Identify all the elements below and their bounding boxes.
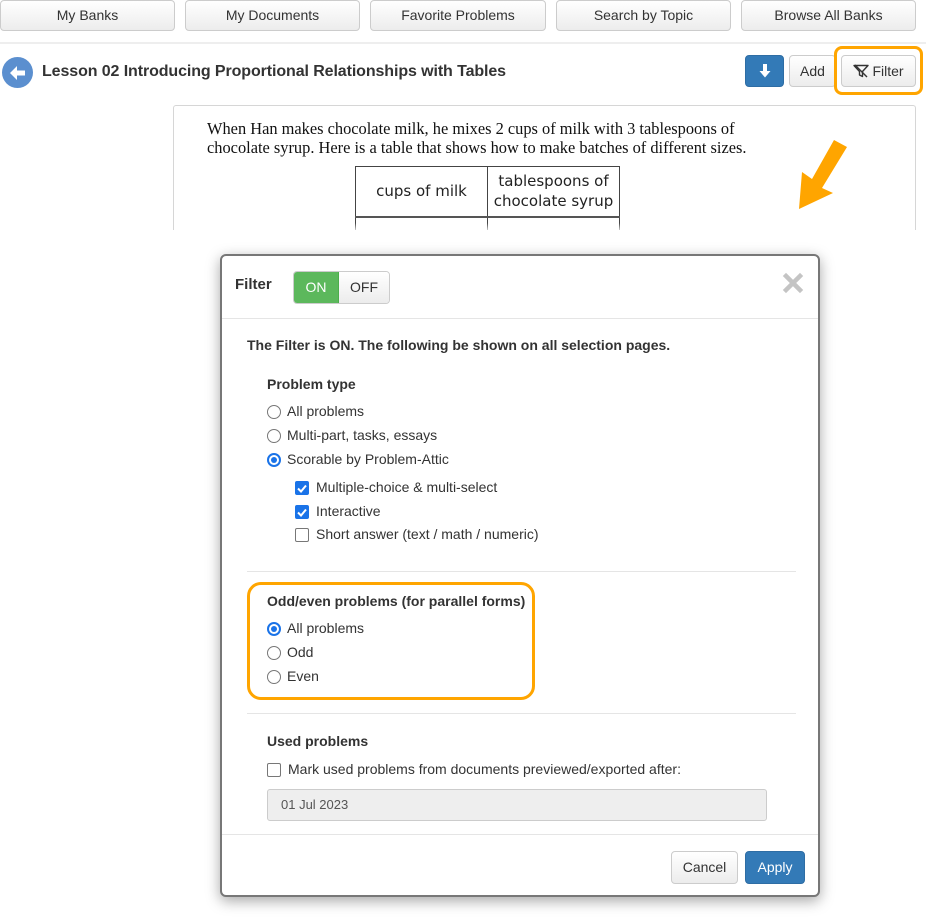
option-label: Multiple-choice & multi-select — [316, 479, 498, 495]
download-button[interactable] — [745, 55, 784, 87]
card-fade — [174, 223, 915, 230]
checkbox-mark-used[interactable]: Mark used problems from documents previe… — [267, 761, 681, 777]
section-divider — [247, 571, 796, 572]
problem-text-line: chocolate syrup. Here is a table that sh… — [207, 138, 747, 157]
add-button[interactable]: Add — [789, 55, 836, 87]
radio-all-problems[interactable]: All problems — [267, 403, 364, 419]
option-label: Odd — [287, 644, 314, 660]
option-label: Scorable by Problem-Attic — [287, 451, 449, 467]
radio-button[interactable] — [267, 429, 281, 443]
checkbox[interactable] — [295, 505, 309, 519]
toggle-off-button[interactable]: OFF — [339, 272, 389, 303]
radio-button[interactable] — [267, 622, 281, 636]
filter-modal: Filter ON OFF The Filter is ON. The foll… — [220, 254, 820, 897]
apply-button[interactable]: Apply — [745, 851, 805, 884]
checkbox[interactable] — [295, 528, 309, 542]
problem-type-heading: Problem type — [267, 376, 356, 392]
problem-text-line: When Han makes chocolate milk, he mixes … — [207, 119, 735, 138]
lesson-title: Lesson 02 Introducing Proportional Relat… — [42, 63, 506, 80]
filter-toggle: ON OFF — [293, 271, 390, 304]
close-icon[interactable] — [782, 272, 804, 294]
used-problems-heading: Used problems — [267, 733, 369, 749]
radio-odd-even-all[interactable]: All problems — [267, 620, 364, 636]
nav-my-banks[interactable]: My Banks — [0, 0, 175, 31]
checkbox-multiple-choice[interactable]: Multiple-choice & multi-select — [295, 479, 497, 495]
radio-scorable[interactable]: Scorable by Problem-Attic — [267, 451, 449, 467]
cancel-button[interactable]: Cancel — [671, 851, 738, 884]
modal-title: Filter — [235, 276, 272, 293]
odd-even-heading: Odd/even problems (for parallel forms) — [267, 593, 526, 609]
filter-button-label: Filter — [872, 63, 904, 79]
checkbox-short-answer[interactable]: Short answer (text / math / numeric) — [295, 526, 539, 542]
radio-button[interactable] — [267, 453, 281, 467]
option-label: All problems — [287, 403, 365, 419]
toggle-on-button[interactable]: ON — [294, 272, 339, 303]
check-icon — [297, 484, 307, 493]
radio-button[interactable] — [267, 646, 281, 660]
radio-multi-part[interactable]: Multi-part, tasks, essays — [267, 427, 437, 443]
option-label: All problems — [287, 620, 365, 636]
table-header-cups-of-milk: cups of milk — [355, 166, 488, 217]
filter-button[interactable]: Filter — [841, 55, 916, 87]
back-arrow-icon[interactable] — [2, 57, 33, 88]
modal-footer: Cancel Apply — [222, 834, 818, 897]
nav-divider — [0, 42, 926, 44]
nav-search-by-topic[interactable]: Search by Topic — [556, 0, 731, 31]
option-label: Multi-part, tasks, essays — [287, 427, 438, 443]
checkbox-interactive[interactable]: Interactive — [295, 503, 381, 519]
arrow-down-left-icon — [799, 140, 847, 209]
option-label: Interactive — [316, 503, 381, 519]
problem-text: When Han makes chocolate milk, he mixes … — [207, 119, 807, 157]
option-label: Mark used problems from documents previe… — [288, 761, 681, 777]
radio-button[interactable] — [267, 670, 281, 684]
problem-table: cups of milk tablespoons of chocolate sy… — [355, 166, 620, 230]
radio-even[interactable]: Even — [267, 668, 319, 684]
checkbox[interactable] — [267, 763, 281, 777]
radio-button[interactable] — [267, 405, 281, 419]
option-label: Short answer (text / math / numeric) — [316, 526, 539, 542]
top-nav: My Banks My Documents Favorite Problems … — [0, 0, 926, 32]
radio-odd[interactable]: Odd — [267, 644, 313, 660]
checkbox[interactable] — [295, 481, 309, 495]
filter-status-text: The Filter is ON. The following be shown… — [247, 337, 671, 353]
nav-my-documents[interactable]: My Documents — [185, 0, 360, 31]
option-label: Even — [287, 668, 319, 684]
arrow-down-icon — [759, 64, 770, 78]
filter-off-icon — [853, 64, 870, 78]
section-divider — [247, 713, 796, 714]
nav-browse-all-banks[interactable]: Browse All Banks — [741, 0, 916, 31]
modal-header: Filter ON OFF — [222, 256, 818, 319]
check-icon — [297, 508, 307, 517]
table-header-tablespoons: tablespoons of chocolate syrup — [487, 166, 620, 217]
nav-favorite-problems[interactable]: Favorite Problems — [370, 0, 546, 31]
used-date-input[interactable]: 01 Jul 2023 — [267, 789, 767, 821]
